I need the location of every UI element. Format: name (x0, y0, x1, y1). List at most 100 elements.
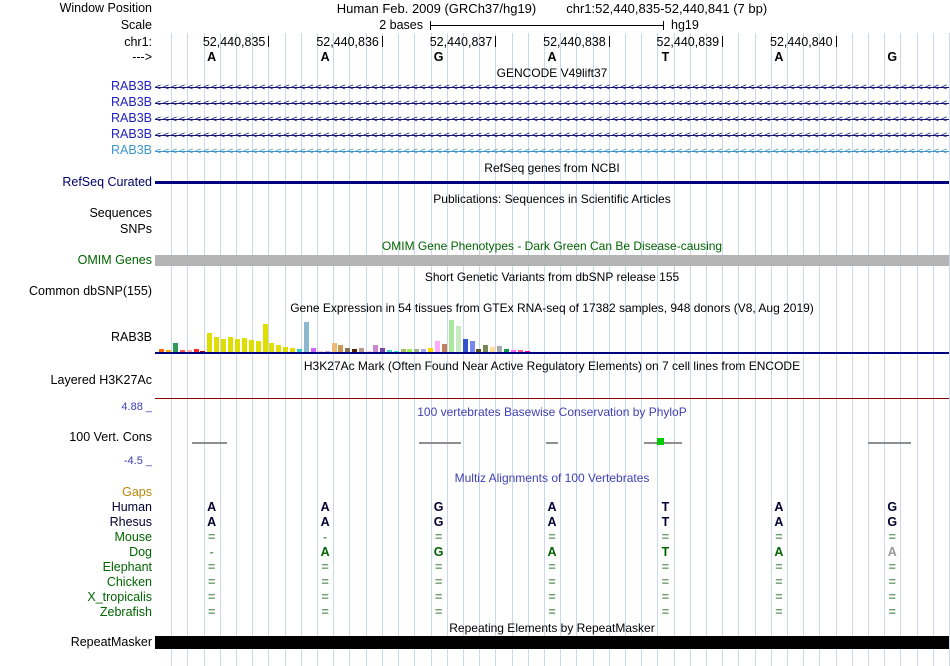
alignment-base: = (661, 560, 670, 574)
gtex-tissue-bar (372, 345, 378, 352)
repeatmasker-label[interactable]: RepeatMasker (0, 635, 152, 650)
multiz-species-label[interactable]: Dog (0, 545, 152, 560)
scale-value: 2 bases (379, 18, 423, 32)
multiz-species-label[interactable]: Chicken (0, 575, 152, 590)
gtex-tissue-bar (214, 337, 220, 352)
gtex-tissue-bar (435, 341, 440, 352)
alignment-base: = (208, 560, 216, 574)
assembly-name: Human Feb. 2009 (GRCh37/hg19) (336, 1, 537, 16)
ruler-position-label: 52,440,840 (770, 35, 833, 49)
alignment-base: = (775, 560, 783, 574)
alignment-base: = (888, 560, 896, 574)
track-title-repeatmasker[interactable]: Repeating Elements by RepeatMasker (155, 621, 949, 635)
repeatmasker-bar[interactable] (155, 636, 949, 649)
gencode-transcript[interactable]: <<<<<<<<<<<<<<<<<<<<<<<<<<<<<<<<<<<<<<<<… (155, 82, 949, 93)
alignment-base: = (888, 575, 896, 589)
multiz-species-label[interactable]: X_tropicalis (0, 590, 152, 605)
phylop-max-label: 4.88 _ (121, 401, 152, 413)
gtex-tissue-bar (241, 338, 247, 352)
h3k27ac-baseline (155, 398, 949, 399)
track-title-gencode[interactable]: GENCODE V49lift37 (155, 66, 949, 80)
track-title-refseq[interactable]: RefSeq genes from NCBI (155, 161, 949, 175)
chrom-label: chr1: (124, 35, 152, 49)
scale-bar-line (431, 25, 663, 26)
alignment-base: = (321, 560, 329, 574)
multiz-species-label[interactable]: Human (0, 500, 152, 515)
alignment-base: T (661, 500, 670, 514)
ruler-tick (381, 36, 383, 47)
gencode-transcript[interactable]: <<<<<<<<<<<<<<<<<<<<<<<<<<<<<<<<<<<<<<<<… (155, 146, 949, 157)
gtex-tissue-bar (455, 326, 461, 352)
gencode-transcript[interactable]: <<<<<<<<<<<<<<<<<<<<<<<<<<<<<<<<<<<<<<<<… (155, 130, 949, 141)
gtex-tissue-bar (303, 322, 309, 352)
alignment-base: = (548, 575, 556, 589)
ruler-base: A (547, 50, 557, 64)
phylop-score-mark (868, 442, 911, 444)
gencode-item-label[interactable]: RAB3B (0, 143, 152, 158)
gtex-gene-label[interactable]: RAB3B (0, 330, 152, 345)
alignment-base: = (321, 575, 329, 589)
publications-snps-label[interactable]: SNPs (0, 222, 152, 237)
track-title-multiz[interactable]: Multiz Alignments of 100 Vertebrates (155, 471, 949, 485)
phylop-track-label[interactable]: 100 Vert. Cons (0, 430, 152, 445)
strand-arrows-icon: <<<<<<<<<<<<<<<<<<<<<<<<<<<<<<<<<<<<<<<<… (155, 146, 949, 157)
refseq-track-line[interactable] (155, 181, 949, 184)
track-title-publications[interactable]: Publications: Sequences in Scientific Ar… (155, 192, 949, 206)
multiz-species-label[interactable]: Mouse (0, 530, 152, 545)
gtex-tissue-bar (448, 320, 454, 352)
alignment-base: = (208, 530, 216, 544)
omim-genes-bar[interactable] (155, 255, 949, 266)
common-dbsnp-label[interactable]: Common dbSNP(155) (0, 284, 152, 299)
alignment-base: = (661, 590, 670, 604)
layered-h3k27ac-label[interactable]: Layered H3K27Ac (0, 373, 152, 388)
strand-arrows-icon: <<<<<<<<<<<<<<<<<<<<<<<<<<<<<<<<<<<<<<<<… (155, 114, 949, 125)
gencode-item-label[interactable]: RAB3B (0, 127, 152, 142)
multiz-species-label[interactable]: Zebrafish (0, 605, 152, 620)
publications-sequences-label[interactable]: Sequences (0, 206, 152, 221)
track-title-dbsnp[interactable]: Short Genetic Variants from dbSNP releas… (155, 270, 949, 284)
ruler-base: G (433, 50, 444, 64)
ruler-position-label: 52,440,836 (316, 35, 379, 49)
strand-indicator: ---> (132, 50, 152, 64)
gtex-baseline (155, 352, 949, 354)
gtex-tissue-bar (269, 343, 275, 352)
ruler-base: T (661, 50, 670, 64)
gaps-label[interactable]: Gaps (0, 485, 152, 500)
alignment-base: A (320, 545, 330, 559)
alignment-base: T (661, 515, 670, 529)
track-title-phylop[interactable]: 100 vertebrates Basewise Conservation by… (155, 405, 949, 419)
track-title-omim[interactable]: OMIM Gene Phenotypes - Dark Green Can Be… (155, 239, 949, 253)
gencode-item-label[interactable]: RAB3B (0, 111, 152, 126)
alignment-base: = (548, 605, 556, 619)
refseq-curated-label[interactable]: RefSeq Curated (0, 175, 152, 190)
multiz-species-label[interactable]: Elephant (0, 560, 152, 575)
alignment-base: = (434, 560, 443, 574)
gencode-transcript[interactable]: <<<<<<<<<<<<<<<<<<<<<<<<<<<<<<<<<<<<<<<<… (155, 98, 949, 109)
alignment-base: = (775, 530, 783, 544)
gtex-chart[interactable] (155, 318, 949, 352)
window-position-label: Window Position (59, 1, 152, 15)
gencode-item-label[interactable]: RAB3B (0, 79, 152, 94)
alignment-base: = (548, 530, 556, 544)
gtex-tissue-bar (228, 337, 233, 352)
alignment-base: = (208, 590, 216, 604)
ruler-position-label: 52,440,835 (202, 35, 266, 49)
scale-label: Scale (120, 18, 152, 32)
alignment-base: = (775, 575, 783, 589)
alignment-base: = (775, 590, 783, 604)
alignment-base: = (661, 575, 670, 589)
alignment-base: = (434, 575, 443, 589)
position-header: Human Feb. 2009 (GRCh37/hg19) chr1:52,44… (155, 1, 949, 16)
alignment-base: A (207, 515, 217, 529)
multiz-species-label[interactable]: Rhesus (0, 515, 152, 530)
track-title-gtex[interactable]: Gene Expression in 54 tissues from GTEx … (155, 301, 949, 315)
gtex-tissue-bar (221, 339, 227, 352)
gtex-tissue-bar (262, 324, 268, 352)
gencode-transcript[interactable]: <<<<<<<<<<<<<<<<<<<<<<<<<<<<<<<<<<<<<<<<… (155, 114, 949, 125)
gencode-item-label[interactable]: RAB3B (0, 95, 152, 110)
track-title-h3k27ac[interactable]: H3K27Ac Mark (Often Found Near Active Re… (155, 359, 949, 373)
alignment-base: = (661, 605, 670, 619)
omim-genes-label[interactable]: OMIM Genes (0, 253, 152, 268)
gtex-tissue-bar (441, 344, 447, 352)
ruler-base: G (887, 50, 898, 64)
